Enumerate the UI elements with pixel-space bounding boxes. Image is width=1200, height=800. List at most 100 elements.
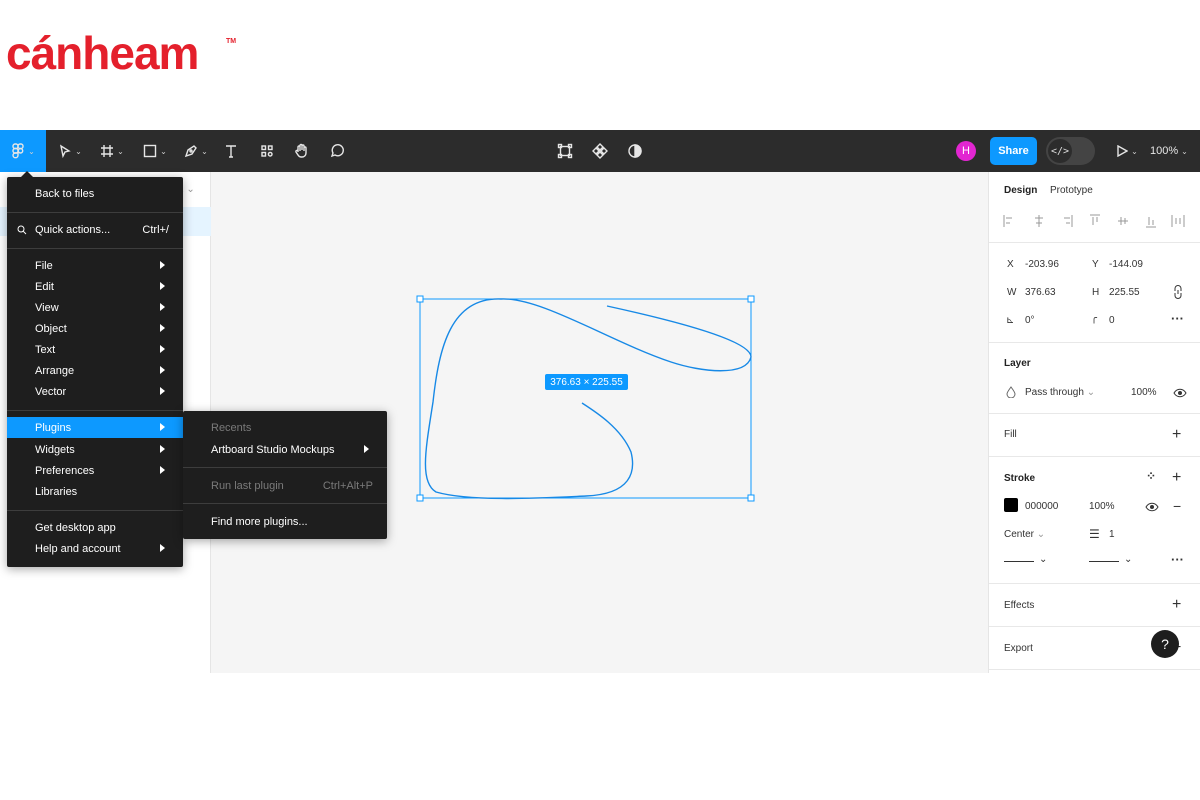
more-options-icon[interactable]: ···: [1171, 311, 1184, 326]
menu-item-file[interactable]: File: [7, 255, 183, 276]
menu-item-edit[interactable]: Edit: [7, 276, 183, 297]
share-button[interactable]: Share: [990, 137, 1037, 165]
crop-button[interactable]: [554, 130, 576, 172]
tab-design[interactable]: Design: [1004, 185, 1037, 196]
menu-item-label: Plugins: [35, 421, 72, 434]
menu-divider: [183, 503, 387, 504]
resize-handle-top-right[interactable]: [747, 295, 755, 303]
more-options-icon[interactable]: ···: [1171, 552, 1184, 567]
submenu-item-artboard-studio[interactable]: Artboard Studio Mockups: [183, 439, 387, 460]
stroke-opacity-field[interactable]: 100%: [1089, 501, 1115, 512]
stroke-start-cap[interactable]: [1004, 561, 1034, 562]
corner-radius-field[interactable]: 0: [1109, 315, 1115, 326]
stroke-styles-icon[interactable]: ⁘: [1146, 469, 1156, 483]
pen-tool-button[interactable]: ⌄: [180, 130, 212, 172]
blend-mode-dropdown[interactable]: Pass through ⌄: [1025, 387, 1095, 398]
zoom-dropdown[interactable]: 100% ⌄: [1150, 130, 1188, 172]
rotation-field[interactable]: 0°: [1025, 315, 1035, 326]
selection-size-label: 376.63 × 225.55: [545, 374, 628, 390]
constrain-proportions-icon[interactable]: [1173, 285, 1183, 299]
move-tool-button[interactable]: ⌄: [54, 130, 86, 172]
present-button[interactable]: ⌄: [1112, 130, 1142, 172]
eye-icon[interactable]: [1173, 388, 1187, 398]
dev-mode-toggle[interactable]: </>: [1046, 137, 1095, 165]
chevron-down-icon: ⌄: [186, 184, 195, 195]
menu-item-libraries[interactable]: Libraries: [7, 481, 183, 502]
resize-handle-bottom-left[interactable]: [416, 494, 424, 502]
menu-item-text[interactable]: Text: [7, 339, 183, 360]
menu-item-back-to-files[interactable]: Back to files: [7, 183, 183, 204]
chevron-right-icon: [160, 345, 165, 353]
menu-item-label: File: [35, 259, 53, 272]
add-effect-button[interactable]: +: [1172, 597, 1181, 613]
menu-item-view[interactable]: View: [7, 297, 183, 318]
chevron-right-icon: [160, 366, 165, 374]
user-avatar[interactable]: H: [956, 141, 976, 161]
design-tabs-section: Design Prototype: [989, 172, 1200, 243]
submenu-item-find-more-plugins[interactable]: Find more plugins...: [183, 511, 387, 532]
h-field[interactable]: 225.55: [1109, 287, 1140, 298]
menu-item-quick-actions[interactable]: Quick actions... Ctrl+/: [7, 219, 183, 240]
chevron-down-icon: ⌄: [1036, 529, 1046, 540]
hand-tool-button[interactable]: [291, 130, 313, 172]
stroke-hex-field[interactable]: 000000: [1025, 501, 1058, 512]
menu-item-label: Help and account: [35, 542, 121, 555]
add-fill-button[interactable]: +: [1172, 427, 1181, 443]
y-field[interactable]: -144.09: [1109, 259, 1143, 270]
menu-divider: [7, 510, 183, 511]
stroke-weight-field[interactable]: 1: [1109, 529, 1115, 540]
text-tool-icon: [226, 145, 236, 158]
menu-item-arrange[interactable]: Arrange: [7, 360, 183, 381]
help-button[interactable]: ?: [1151, 630, 1179, 658]
menu-item-desktop-app[interactable]: Get desktop app: [7, 517, 183, 538]
menu-item-label: Arrange: [35, 364, 75, 377]
stroke-color-swatch[interactable]: [1004, 498, 1018, 512]
shape-tool-button[interactable]: ⌄: [139, 130, 171, 172]
menu-item-plugins[interactable]: Plugins: [7, 417, 183, 438]
stroke-position-dropdown[interactable]: Center ⌄: [1004, 529, 1045, 540]
selection-box: [419, 298, 752, 499]
resize-handle-bottom-right[interactable]: [747, 494, 755, 502]
eye-icon[interactable]: [1145, 502, 1159, 512]
frame-tool-button[interactable]: ⌄: [96, 130, 128, 172]
blend-mode-value: Pass through: [1025, 387, 1084, 398]
menu-item-vector[interactable]: Vector: [7, 381, 183, 402]
corner-radius-icon: ╭: [1091, 313, 1098, 324]
chevron-down-icon: ⌄: [1086, 387, 1096, 398]
effects-section: Effects +: [989, 584, 1200, 627]
align-right-icon: [1064, 215, 1073, 227]
chevron-right-icon: [160, 324, 165, 332]
submenu-item-label: Artboard Studio Mockups: [211, 443, 335, 456]
menu-item-label: Quick actions...: [35, 223, 111, 236]
chevron-right-icon: [160, 466, 165, 474]
component-button[interactable]: [589, 130, 611, 172]
text-tool-button[interactable]: [220, 130, 242, 172]
w-field[interactable]: 376.63: [1025, 287, 1056, 298]
layer-opacity-field[interactable]: 100%: [1131, 387, 1157, 398]
main-menu-button[interactable]: ⌄: [0, 130, 46, 172]
stroke-end-cap[interactable]: [1089, 561, 1119, 562]
resources-button[interactable]: [256, 130, 278, 172]
y-label: Y: [1092, 259, 1099, 270]
contrast-button[interactable]: [624, 130, 646, 172]
menu-divider: [7, 410, 183, 411]
menu-item-preferences[interactable]: Preferences: [7, 460, 183, 481]
resize-handle-top-left[interactable]: [416, 295, 424, 303]
tab-prototype[interactable]: Prototype: [1050, 185, 1093, 196]
chevron-right-icon: [160, 303, 165, 311]
menu-item-object[interactable]: Object: [7, 318, 183, 339]
remove-stroke-button[interactable]: −: [1173, 498, 1181, 514]
submenu-item-run-last-plugin[interactable]: Run last plugin Ctrl+Alt+P: [183, 475, 387, 496]
menu-item-label: Vector: [35, 385, 67, 398]
comment-tool-button[interactable]: [326, 130, 348, 172]
main-menu: Back to files Quick actions... Ctrl+/ Fi…: [7, 171, 183, 567]
chevron-right-icon: [160, 261, 165, 269]
x-field[interactable]: -203.96: [1025, 259, 1059, 270]
export-title: Export: [1004, 643, 1033, 654]
frame-tool-icon: [101, 145, 114, 157]
menu-item-help-and-account[interactable]: Help and account: [7, 538, 183, 559]
add-stroke-button[interactable]: +: [1172, 470, 1181, 486]
vector-path[interactable]: [424, 298, 752, 500]
menu-item-widgets[interactable]: Widgets: [7, 439, 183, 460]
menu-divider: [7, 248, 183, 249]
